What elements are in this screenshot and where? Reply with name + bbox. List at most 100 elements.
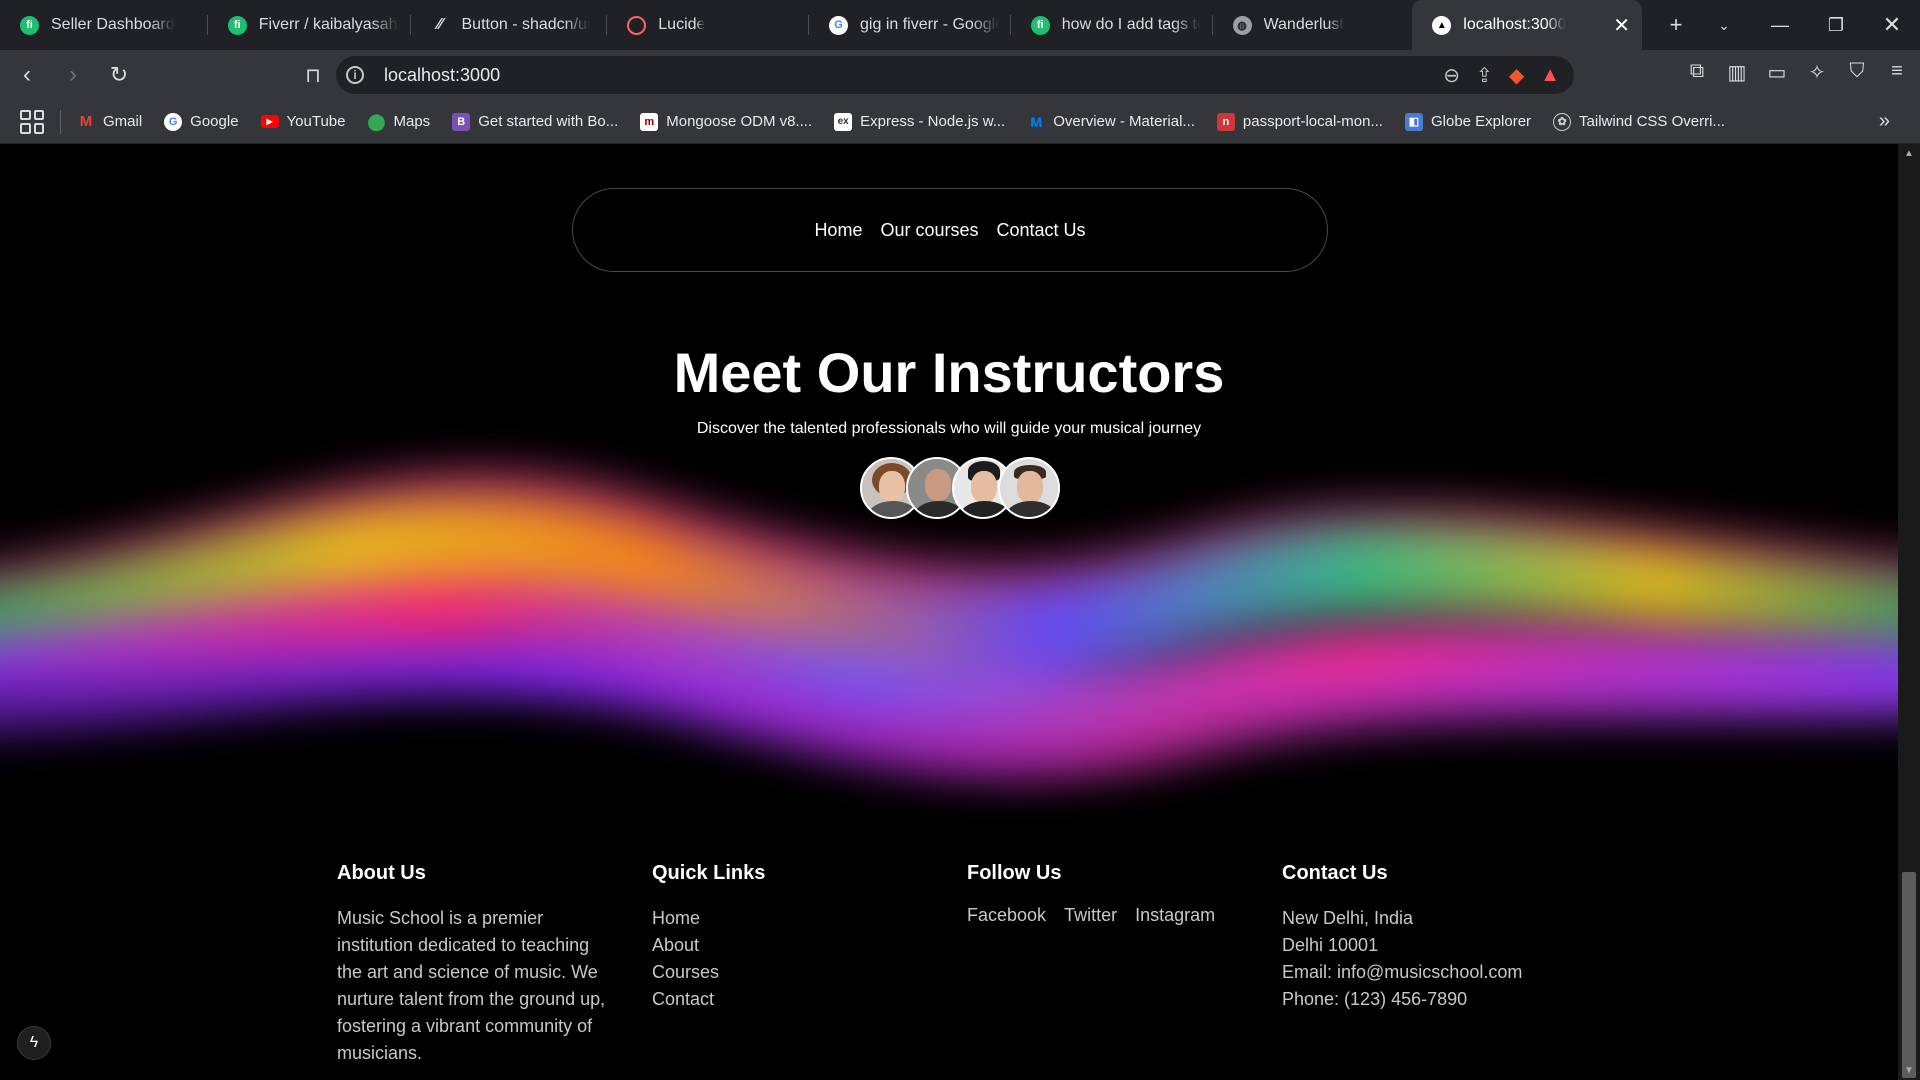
bookmark-label: Express - Node.js w... (860, 113, 1006, 130)
bookmark-maps[interactable]: ⬤ Maps (368, 113, 431, 131)
restore-icon[interactable]: ❐ (1808, 15, 1864, 36)
page-content: Home Our courses Contact Us Meet Our Ins… (0, 144, 1898, 1080)
scroll-up-arrow-icon[interactable]: ▲ (1904, 148, 1914, 159)
tab-title: Seller Dashboard (51, 16, 175, 33)
bookmark-globe-explorer[interactable]: ◧ Globe Explorer (1404, 112, 1532, 131)
tab-4[interactable]: G gig in fiverr - Google (809, 0, 1011, 50)
footer-link-contact[interactable]: Contact (652, 989, 714, 1009)
close-tab-icon[interactable]: ✕ (1597, 13, 1630, 38)
footer-link-about[interactable]: About (652, 935, 699, 955)
instructor-avatars (860, 457, 1060, 519)
nav-courses-link[interactable]: Our courses (880, 220, 978, 241)
page-scrollbar[interactable]: ▲ ▼ (1898, 144, 1920, 1080)
footer-link-home[interactable]: Home (652, 908, 700, 928)
site-info-icon[interactable]: i (346, 66, 364, 84)
tab-search-chevron-icon[interactable]: ⌄ (1696, 17, 1752, 34)
footer-contact-heading: Contact Us (1282, 862, 1388, 884)
site-footer: About Us Music School is a premier insti… (337, 862, 1597, 1067)
bookmark-label: Maps (393, 113, 431, 130)
express-icon: ex (834, 112, 853, 131)
bookmark-icon[interactable]: ⊓ (294, 56, 332, 94)
apps-icon[interactable] (20, 109, 44, 134)
bookmark-gmail[interactable]: M Gmail (77, 113, 142, 131)
tab-3[interactable]: Lucide (607, 0, 810, 50)
bookmark-label: Gmail (103, 113, 143, 130)
gmail-icon: M (79, 113, 93, 130)
scroll-down-arrow-icon[interactable]: ▼ (1904, 1065, 1914, 1076)
bookmark-label: Tailwind CSS Overri... (1579, 113, 1725, 130)
address-bar[interactable]: i localhost:3000 ⊖ ⇪ ◆ ▲ (336, 56, 1574, 94)
footer-contact-city: Delhi 10001 (1282, 935, 1379, 955)
vpn-icon[interactable]: ⛉ (1844, 60, 1870, 90)
tab-2[interactable]: ⁄⁄ Button - shadcn/ui (411, 0, 608, 50)
tab-title: Fiverr / kaibalyasahoo (258, 16, 399, 33)
zoom-icon[interactable]: ⊖ (1443, 63, 1460, 88)
extensions-icon[interactable]: ⧉ (1684, 60, 1710, 90)
tab-active[interactable]: ▲ localhost:3000 ✕ (1412, 0, 1642, 50)
footer-contact-address: New Delhi, India (1282, 908, 1414, 928)
tab-title: localhost:3000 (1463, 16, 1567, 33)
footer-contact: Contact Us New Delhi, India Delhi 10001 … (1282, 862, 1597, 1067)
facebook-link[interactable]: Facebook (967, 905, 1046, 926)
nav-contact-link[interactable]: Contact Us (997, 220, 1086, 241)
bookmark-bootstrap[interactable]: B Get started with Bo... (452, 112, 618, 131)
footer-about-heading: About Us (337, 862, 426, 884)
tab-1[interactable]: fi Fiverr / kaibalyasahoo (208, 0, 411, 50)
reload-icon[interactable]: ↻ (100, 56, 138, 94)
scrollbar-thumb[interactable] (1902, 872, 1916, 1078)
bookmark-express[interactable]: ex Express - Node.js w... (834, 112, 1006, 131)
tab-title: how do I add tags to (1061, 16, 1201, 33)
footer-contact-phone: Phone: (123) 456-7890 (1282, 989, 1468, 1009)
fiverr-icon: fi (227, 15, 247, 35)
window-close-icon[interactable]: ✕ (1864, 12, 1920, 38)
footer-link-courses[interactable]: Courses (652, 962, 719, 982)
brave-rewards-icon[interactable]: ▲ (1540, 64, 1560, 87)
footer-contact-email: Email: info@musicschool.com (1282, 962, 1523, 982)
bookmark-google[interactable]: G Google (164, 112, 239, 131)
forward-icon[interactable]: › (54, 56, 92, 94)
back-icon[interactable]: ‹ (8, 56, 46, 94)
mongoose-icon: m (640, 112, 659, 131)
avatar[interactable] (998, 457, 1060, 519)
lightning-icon[interactable]: ϟ (17, 1026, 51, 1060)
rainbow-wave-background (0, 471, 1898, 777)
footer-quick-links-heading: Quick Links (652, 862, 766, 884)
sidebar-icon[interactable]: ▥ (1724, 60, 1750, 90)
bookmark-npm[interactable]: n passport-local-mon... (1216, 112, 1383, 131)
tab-6[interactable]: ◍ Wanderlust (1213, 0, 1409, 50)
mui-icon: M (1030, 113, 1043, 130)
minimize-icon[interactable]: — (1752, 15, 1808, 36)
bookmark-tailwind[interactable]: ✿ Tailwind CSS Overri... (1553, 112, 1725, 131)
twitter-link[interactable]: Twitter (1064, 905, 1117, 926)
menu-icon[interactable]: ≡ (1884, 60, 1910, 90)
bookmark-label: Overview - Material... (1053, 113, 1195, 130)
lucide-icon (627, 15, 647, 35)
bootstrap-icon: B (452, 112, 471, 131)
bookmarks-bar: M Gmail G Google ▶ YouTube ⬤ Maps B Get start… (0, 100, 1920, 144)
page-title: Meet Our Instructors (673, 341, 1225, 404)
instagram-link[interactable]: Instagram (1135, 905, 1215, 926)
browser-toolbar: ‹ › ↻ ⊓ i localhost:3000 ⊖ ⇪ ◆ ▲ ⧉ ▥ ▭ ✧… (0, 50, 1920, 100)
bookmark-youtube[interactable]: ▶ YouTube (260, 113, 346, 130)
url-text[interactable]: localhost:3000 (384, 65, 500, 86)
bookmark-label: Globe Explorer (1430, 113, 1532, 130)
bookmark-label: Google (190, 113, 239, 130)
nav-home-link[interactable]: Home (814, 220, 862, 241)
tab-title: Lucide (658, 16, 706, 33)
tab-0[interactable]: fi Seller Dashboard (0, 0, 208, 50)
tab-title: gig in fiverr - Google (860, 16, 999, 33)
bookmark-label: passport-local-mon... (1242, 113, 1383, 130)
youtube-icon: ▶ (260, 115, 279, 128)
bookmark-mongoose[interactable]: m Mongoose ODM v8.... (640, 112, 812, 131)
share-icon[interactable]: ⇪ (1476, 63, 1493, 88)
tab-5[interactable]: fi how do I add tags to (1011, 0, 1213, 50)
leo-ai-icon[interactable]: ✧ (1804, 60, 1830, 90)
npm-icon: n (1216, 112, 1235, 131)
new-tab-icon[interactable]: + (1656, 12, 1696, 38)
globe-explorer-icon: ◧ (1404, 112, 1423, 131)
bookmark-mui[interactable]: M Overview - Material... (1027, 113, 1195, 131)
brave-shield-icon[interactable]: ◆ (1509, 63, 1524, 88)
tab-strip: fi Seller Dashboard fi Fiverr / kaibalya… (0, 0, 1920, 50)
wallet-icon[interactable]: ▭ (1764, 60, 1790, 90)
more-bookmarks-icon[interactable]: » (1879, 110, 1890, 133)
